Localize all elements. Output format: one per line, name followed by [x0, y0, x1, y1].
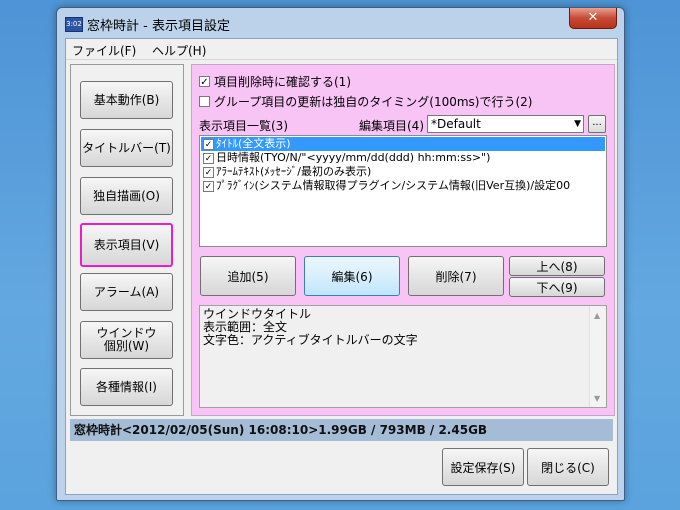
sidebar-item-info[interactable]: 各種情報(I) — [80, 368, 173, 406]
sidebar-item-alarm[interactable]: アラーム(A) — [80, 273, 173, 311]
list-item-text: 日時情報(TYO/N/"<yyyy/mm/dd(ddd) hh:mm:ss>") — [216, 151, 491, 164]
save-settings-button[interactable]: 設定保存(S) — [442, 448, 524, 486]
category-sidebar: 基本動作(B) タイトルバー(T) 独自描画(O) 表示項目(V) アラーム(A… — [70, 64, 184, 416]
edit-item-label: 編集項目(4) — [359, 119, 424, 133]
menu-file[interactable]: ファイル(F) — [72, 42, 136, 59]
item-description-box[interactable]: ウインドウタイトル 表示範囲：全文 文字色：アクティブタイトルバーの文字 ▲ ▼ — [199, 305, 607, 408]
item-list-label: 表示項目一覧(3) — [199, 119, 288, 133]
menu-bar: ファイル(F) ヘルプ(H) — [66, 39, 617, 60]
list-item-text: ｱﾗｰﾑﾃｷｽﾄ(ﾒｯｾｰｼﾞ/最初のみ表示) — [216, 165, 372, 178]
window-title: 窓枠時計 - 表示項目設定 — [87, 19, 230, 34]
display-items-panel: ✓ 項目削除時に確認する(1) グループ項目の更新は独自のタイミング(100ms… — [191, 64, 615, 416]
client-area: ファイル(F) ヘルプ(H) 基本動作(B) タイトルバー(T) 独自描画(O)… — [65, 38, 618, 495]
list-item[interactable]: ✓ ﾀｲﾄﾙ(全文表示) — [201, 137, 605, 151]
checkbox-box[interactable]: ✓ — [203, 180, 214, 192]
group-update-label: グループ項目の更新は独自のタイミング(100ms)で行う(2) — [214, 95, 533, 109]
move-up-button[interactable]: 上へ(8) — [509, 256, 605, 276]
edit-button[interactable]: 編集(6) — [304, 256, 400, 296]
clock-app-icon: 3:02 — [65, 17, 83, 32]
list-item[interactable]: ✓ ﾌﾟﾗｸﾞｲﾝ(システム情報取得プラグイン/システム情報(旧Ver互換)/設… — [201, 179, 605, 193]
list-item[interactable]: ✓ 日時情報(TYO/N/"<yyyy/mm/dd(ddd) hh:mm:ss>… — [201, 151, 605, 165]
edit-item-select[interactable]: *Default ▼ — [427, 115, 584, 133]
sidebar-item-basic[interactable]: 基本動作(B) — [80, 81, 173, 119]
list-item-text: ﾌﾟﾗｸﾞｲﾝ(システム情報取得プラグイン/システム情報(旧Ver互換)/設定0… — [216, 179, 571, 192]
checkbox-box — [199, 96, 210, 107]
description-line: 文字色：アクティブタイトルバーの文字 — [203, 333, 418, 347]
checkbox-box: ✓ — [199, 76, 210, 88]
confirm-delete-checkbox[interactable]: ✓ 項目削除時に確認する(1) — [199, 73, 351, 90]
settings-window: 3:02 窓枠時計 - 表示項目設定 ✕ ファイル(F) ヘルプ(H) 基本動作… — [56, 7, 625, 501]
close-button[interactable]: 閉じる(C) — [527, 448, 609, 486]
chevron-down-icon: ▼ — [574, 119, 581, 129]
list-item-text: ﾀｲﾄﾙ(全文表示) — [216, 137, 291, 150]
sidebar-item-custom-draw[interactable]: 独自描画(O) — [80, 177, 173, 215]
checkbox-box[interactable]: ✓ — [203, 166, 214, 178]
checkbox-box[interactable]: ✓ — [203, 138, 214, 150]
display-items-list[interactable]: ✓ ﾀｲﾄﾙ(全文表示) ✓ 日時情報(TYO/N/"<yyyy/mm/dd(d… — [199, 135, 607, 247]
add-button[interactable]: 追加(5) — [200, 256, 296, 296]
browse-button[interactable]: ... — [588, 115, 606, 133]
scroll-up-icon[interactable]: ▲ — [594, 309, 600, 322]
delete-button[interactable]: 削除(7) — [408, 256, 504, 296]
menu-help[interactable]: ヘルプ(H) — [152, 42, 206, 59]
description-scrollbar[interactable]: ▲ ▼ — [589, 306, 606, 407]
checkbox-box[interactable]: ✓ — [203, 152, 214, 164]
title-bar[interactable]: 3:02 窓枠時計 - 表示項目設定 ✕ — [57, 8, 624, 38]
sidebar-item-window[interactable]: ウインドウ個別(W) — [80, 321, 173, 359]
close-window-button[interactable]: ✕ — [569, 8, 617, 29]
list-item[interactable]: ✓ ｱﾗｰﾑﾃｷｽﾄ(ﾒｯｾｰｼﾞ/最初のみ表示) — [201, 165, 605, 179]
group-update-checkbox[interactable]: グループ項目の更新は独自のタイミング(100ms)で行う(2) — [199, 93, 533, 110]
sidebar-item-titlebar[interactable]: タイトルバー(T) — [80, 129, 173, 167]
move-down-button[interactable]: 下へ(9) — [509, 277, 605, 297]
scroll-down-icon[interactable]: ▼ — [594, 392, 600, 405]
status-preview: 窓枠時計<2012/02/05(Sun) 16:08:10>1.99GB / 7… — [70, 419, 613, 441]
edit-item-value: *Default — [431, 117, 481, 131]
confirm-delete-label: 項目削除時に確認する(1) — [214, 75, 351, 89]
sidebar-item-display-items[interactable]: 表示項目(V) — [80, 223, 173, 267]
